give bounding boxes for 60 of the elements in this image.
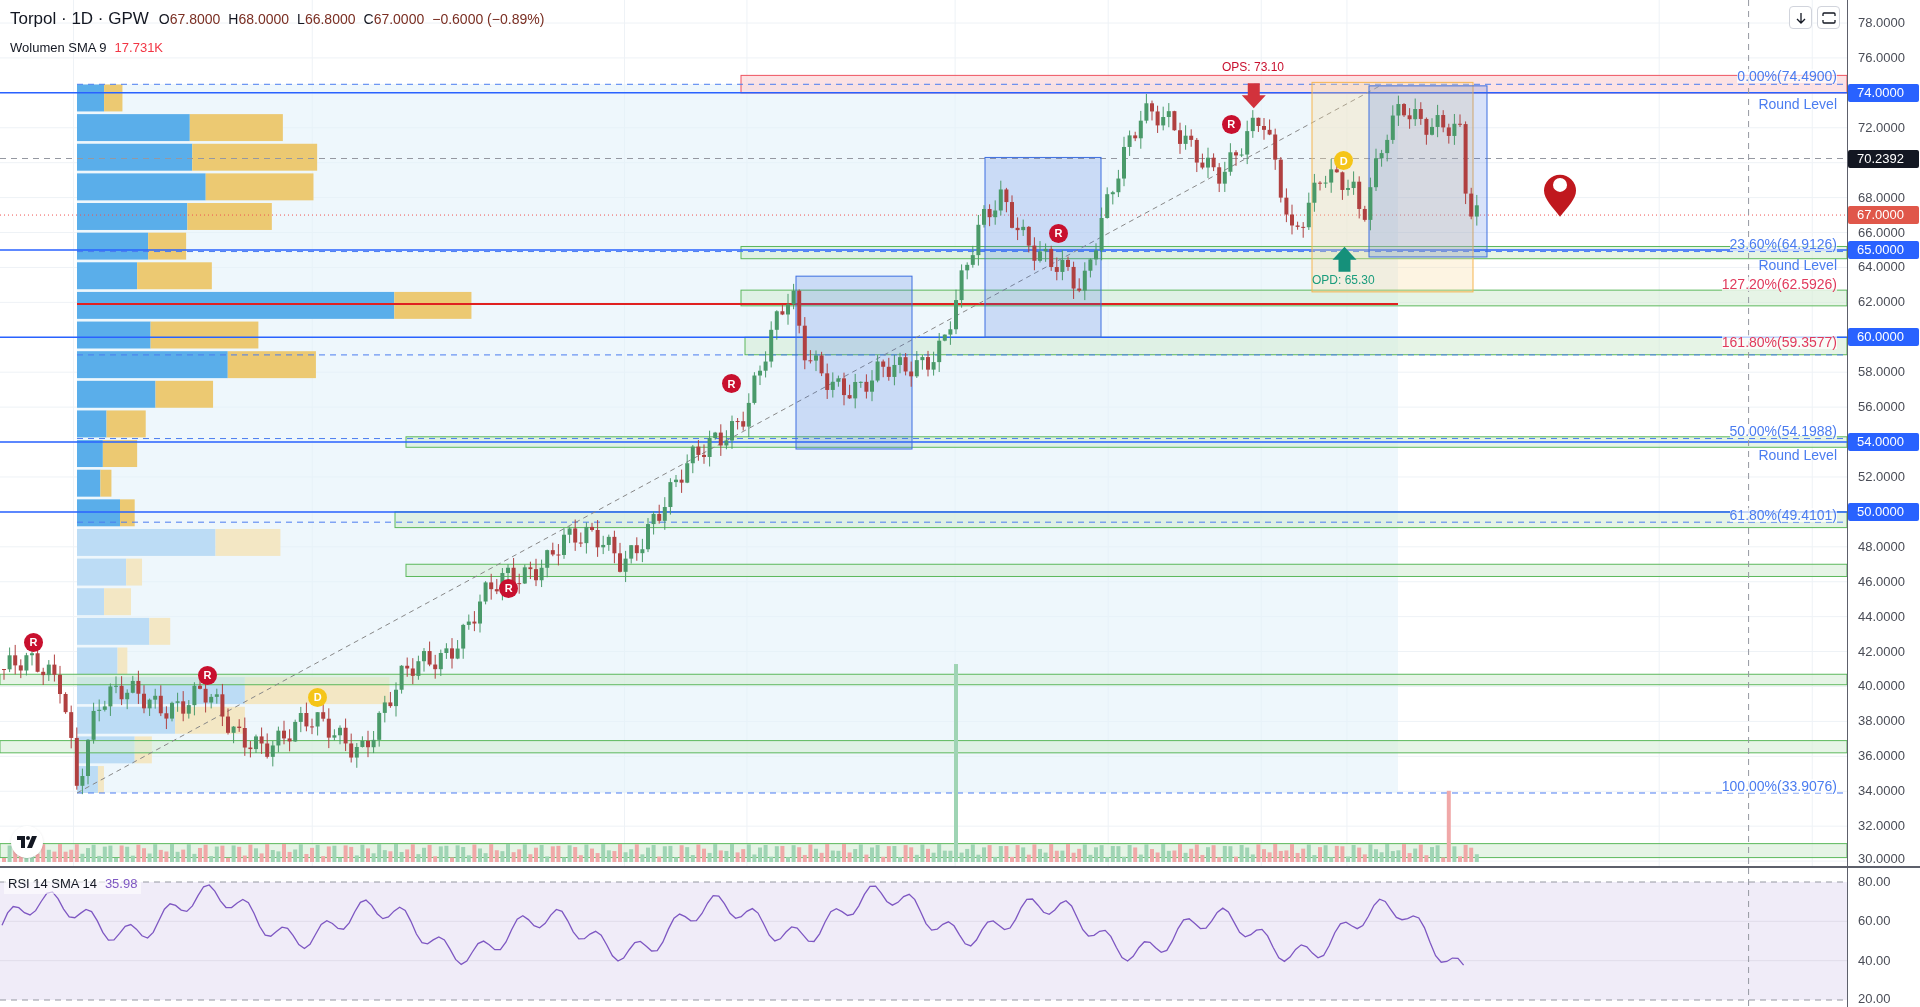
price-annotation: OPD: 65.30	[1312, 272, 1375, 289]
fib-label: 61.80%(49.4101)	[1729, 507, 1837, 522]
signal-marker: R	[1048, 223, 1068, 243]
fib-label: 100.00%(33.9076)	[1721, 779, 1837, 794]
signal-marker: R	[197, 665, 217, 685]
indicator-name: Wolumen SMA 9	[10, 38, 107, 57]
price-tick: 62.0000	[1858, 295, 1905, 309]
signal-marker: D	[1334, 151, 1354, 171]
price-tick: 64.0000	[1858, 260, 1905, 274]
signal-marker: R	[722, 374, 741, 394]
rsi-tick: 80.00	[1858, 875, 1891, 888]
price-tick: 38.0000	[1858, 714, 1905, 728]
price-badge: 67.0000	[1848, 206, 1919, 225]
round-level-label: Round Level	[1758, 447, 1837, 462]
price-tick: 30.0000	[1858, 852, 1905, 865]
price-tick: 44.0000	[1858, 609, 1905, 623]
price-badge: 74.0000	[1848, 83, 1919, 102]
round-level-label: Round Level	[1758, 97, 1837, 112]
price-badge: 50.0000	[1848, 502, 1919, 521]
fib-label: 23.60%(64.9126)	[1729, 236, 1837, 251]
price-tick: 66.0000	[1858, 225, 1905, 239]
price-tick: 36.0000	[1858, 749, 1905, 763]
price-tick: 46.0000	[1858, 574, 1905, 588]
indicator-value: 17.731K	[114, 38, 164, 57]
price-tick: 42.0000	[1858, 644, 1905, 658]
signal-marker: R	[499, 578, 519, 598]
price-badge: 65.0000	[1848, 240, 1919, 259]
price-badge: 60.0000	[1848, 328, 1919, 347]
price-change: −0.6000 (−0.89%)	[432, 10, 545, 29]
rsi-tick: 20.00	[1858, 992, 1891, 1005]
fib-label: 127.20%(62.5926)	[1721, 277, 1837, 292]
price-tick: 52.0000	[1858, 469, 1905, 483]
price-badge: 70.2392	[1848, 149, 1919, 168]
rsi-tick: 40.00	[1858, 953, 1891, 967]
ohlc-value: O67.8000	[158, 10, 221, 29]
ohlc-value: L66.8000	[297, 10, 356, 29]
price-tick: 32.0000	[1858, 819, 1905, 833]
price-badge: 54.0000	[1848, 433, 1919, 452]
price-tick: 72.0000	[1858, 120, 1905, 134]
price-tick: 76.0000	[1858, 50, 1905, 64]
symbol-title: Torpol · 1D · GPW	[10, 8, 149, 30]
round-level-label: Round Level	[1758, 258, 1837, 273]
price-tick: 40.0000	[1858, 679, 1905, 693]
price-tick: 48.0000	[1858, 539, 1905, 553]
price-annotation: OPS: 73.10	[1222, 59, 1285, 76]
ohlc-value: H68.0000	[228, 10, 290, 29]
fib-label: 0.00%(74.4900)	[1737, 69, 1837, 84]
price-tick: 78.0000	[1858, 16, 1905, 29]
price-tick: 34.0000	[1858, 784, 1905, 798]
signal-marker: R	[24, 632, 44, 652]
fib-label: 161.80%(59.3577)	[1721, 334, 1837, 349]
price-tick: 68.0000	[1858, 190, 1905, 204]
price-tick: 58.0000	[1858, 365, 1905, 379]
ohlc-value: C67.0000	[363, 10, 425, 29]
indicator-value: 35.98	[104, 875, 138, 893]
fib-label: 50.00%(54.1988)	[1729, 424, 1837, 439]
indicator-name: RSI 14 SMA 14	[8, 875, 97, 893]
price-tick: 56.0000	[1858, 400, 1905, 414]
signal-marker: R	[1221, 114, 1241, 134]
rsi-tick: 60.00	[1858, 914, 1891, 928]
